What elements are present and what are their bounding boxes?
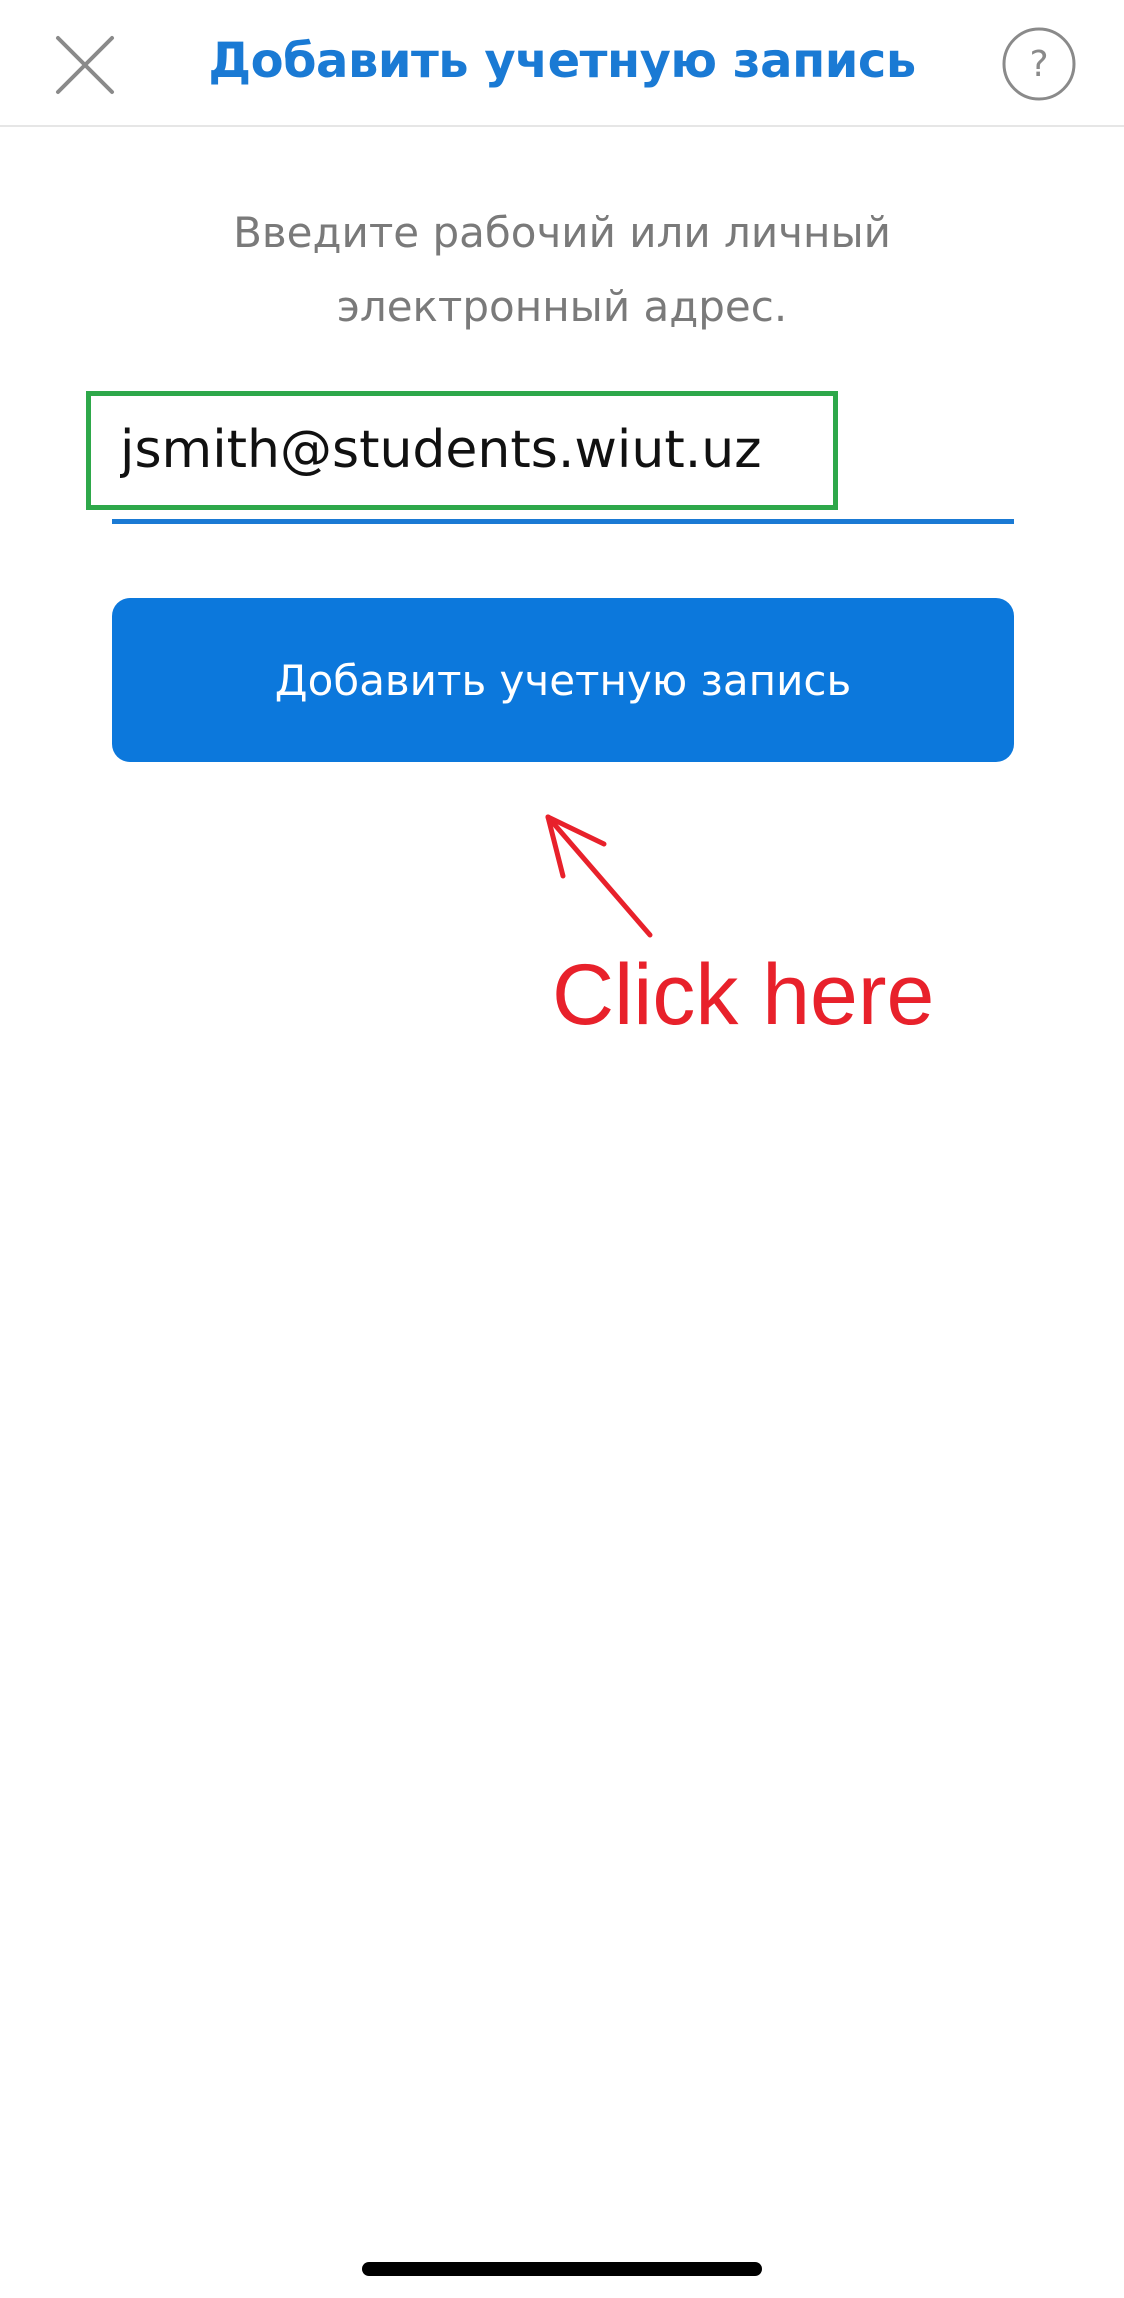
header-bar: Добавить учетную запись ? xyxy=(0,0,1124,127)
add-account-button[interactable]: Добавить учетную запись xyxy=(112,598,1014,762)
email-field[interactable] xyxy=(120,410,780,490)
instruction-line-2: электронный адрес. xyxy=(336,282,788,331)
help-icon: ? xyxy=(1002,27,1076,101)
page-title: Добавить учетную запись xyxy=(208,33,916,89)
instruction-line-1: Введите рабочий или личный xyxy=(233,208,891,257)
help-button[interactable]: ? xyxy=(1001,26,1077,102)
home-indicator[interactable] xyxy=(362,2262,762,2276)
click-here-annotation: Click here xyxy=(552,947,935,1043)
email-field-underline xyxy=(112,519,1014,524)
instruction-text: Введите рабочий или личный электронный а… xyxy=(112,196,1012,344)
help-symbol: ? xyxy=(1029,44,1048,85)
arrow-annotation-icon xyxy=(545,814,653,938)
